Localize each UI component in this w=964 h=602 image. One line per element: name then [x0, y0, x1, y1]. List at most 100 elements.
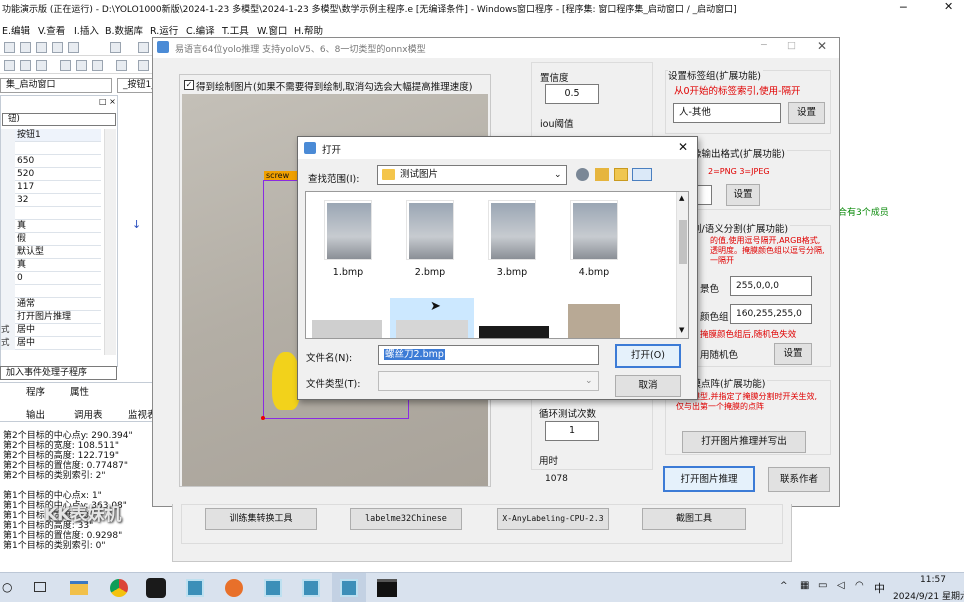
filetype-combo[interactable]: ⌄ [378, 371, 599, 391]
property-value[interactable]: 居中 [15, 324, 101, 337]
task-view-icon[interactable] [34, 582, 46, 592]
bg-color-input[interactable]: 255,0,0,0 [730, 276, 812, 296]
component-combo[interactable]: 钮) [2, 113, 116, 126]
file-explorer-icon[interactable] [70, 581, 88, 595]
menu-database[interactable]: B.数据库 [105, 23, 143, 37]
panel-controls[interactable]: □ × [99, 97, 116, 106]
e-lang-icon[interactable] [302, 579, 320, 597]
chrome-icon[interactable] [110, 579, 128, 597]
property-value[interactable]: 默认型 [15, 246, 101, 259]
undo-icon[interactable] [52, 42, 63, 53]
conf-input[interactable]: 0.5 [545, 84, 599, 104]
size-icon[interactable] [92, 60, 103, 71]
speaker-icon[interactable]: ◁ [837, 580, 845, 591]
menu-tools[interactable]: T.工具 [222, 23, 249, 37]
property-value[interactable]: 0 [15, 272, 101, 285]
align-top-icon[interactable] [36, 60, 47, 71]
lookin-combo[interactable]: 测试图片 ⌄ [377, 165, 567, 185]
align-bottom-icon[interactable] [60, 60, 71, 71]
color-group-input[interactable]: 160,255,255,0 [730, 304, 812, 324]
file-thumb-3[interactable] [488, 200, 536, 260]
menu-help[interactable]: H.帮助 [294, 23, 323, 37]
file-thumb-1[interactable] [324, 200, 372, 260]
open-button[interactable]: 打开(O) [615, 344, 681, 368]
up-folder-icon[interactable] [595, 168, 609, 181]
terminal-icon[interactable] [377, 579, 397, 597]
network-icon[interactable]: ▦ [800, 580, 809, 591]
file-thumb-2[interactable] [406, 200, 454, 260]
view-menu-icon[interactable] [632, 168, 652, 181]
back-icon[interactable] [576, 168, 589, 181]
file-thumb-5[interactable] [312, 320, 382, 338]
qq-icon[interactable] [146, 578, 166, 598]
copy-icon[interactable] [20, 42, 31, 53]
window-icon[interactable] [138, 42, 149, 53]
tab-output[interactable]: 输出 [26, 407, 45, 421]
clock-time[interactable]: 11:57 [920, 575, 946, 585]
contact-button[interactable]: 联系作者 [768, 467, 830, 492]
random-set-button[interactable]: 设置 [774, 343, 812, 365]
new-folder-icon[interactable] [614, 168, 628, 181]
property-value[interactable] [15, 207, 101, 220]
file-thumb-8[interactable] [568, 304, 620, 338]
file-list[interactable]: 1.bmp 2.bmp 3.bmp 4.bmp ➤ ▲ ▼ [305, 191, 689, 339]
tag-input[interactable]: 人-其他 [673, 103, 781, 123]
scroll-thumb[interactable] [679, 220, 687, 264]
infer-button[interactable]: 打开图片推理 [663, 466, 755, 492]
property-value[interactable]: 650 [15, 155, 101, 168]
loop-input[interactable]: 1 [545, 421, 599, 441]
clock-date[interactable]: 2024/9/21 星期六 [893, 589, 964, 602]
tab-program[interactable]: 程序 [26, 384, 45, 398]
class-combo[interactable]: 集_启动窗口 [0, 78, 112, 93]
tool-button-1[interactable]: 训练集转换工具 [205, 508, 317, 530]
menu-run[interactable]: R.运行 [150, 23, 178, 37]
property-value[interactable]: 按钮1 [15, 129, 101, 142]
ime-indicator[interactable]: 中 [874, 580, 885, 596]
tool-button-2[interactable]: labelme32Chinese [350, 508, 462, 530]
property-value[interactable]: 通常 [15, 298, 101, 311]
close-icon[interactable]: ✕ [944, 0, 953, 13]
app-minimize-icon[interactable]: ─ [761, 40, 767, 51]
property-value[interactable]: 真 [15, 259, 101, 272]
file-name-1[interactable]: 1.bmp [313, 267, 383, 278]
menu-edit[interactable]: E.编辑 [2, 23, 30, 37]
tool-button-4[interactable]: 截图工具 [642, 508, 746, 530]
draw-checkbox-label[interactable]: 得到绘制图片(如果不需要得到绘制,取消勾选会大幅提高推理速度) [196, 79, 472, 93]
property-value[interactable] [15, 142, 101, 155]
scroll-up-icon[interactable]: ▲ [679, 194, 684, 202]
property-value[interactable]: 真 [15, 220, 101, 233]
lock-icon[interactable] [138, 60, 149, 71]
file-list-scrollbar[interactable]: ▲ ▼ [676, 192, 688, 338]
file-name-2[interactable]: 2.bmp [395, 267, 465, 278]
menu-window[interactable]: W.窗口 [257, 23, 287, 37]
filename-input[interactable]: 螺丝刀2.bmp [378, 345, 599, 365]
e-lang-icon[interactable] [186, 579, 204, 597]
draw-checkbox[interactable]: ✓ [184, 80, 194, 90]
event-combo[interactable]: 加入事件处理子程序 [0, 366, 117, 380]
property-value[interactable] [15, 285, 101, 298]
property-value[interactable]: 117 [15, 181, 101, 194]
start-icon[interactable]: ○ [2, 580, 12, 594]
app-close-icon[interactable]: ✕ [817, 39, 827, 53]
scroll-down-icon[interactable]: ▼ [679, 326, 684, 334]
align-left-icon[interactable] [4, 60, 15, 71]
tool-button-3[interactable]: X-AnyLabeling-CPU-2.3 [497, 508, 609, 530]
method-combo[interactable]: _按钮1_ [117, 78, 157, 93]
grid-icon[interactable] [76, 60, 87, 71]
app-maximize-icon[interactable]: □ [787, 40, 796, 51]
battery-icon[interactable]: ▭ [818, 580, 827, 591]
menu-view[interactable]: V.查看 [38, 23, 65, 37]
order-icon[interactable] [116, 60, 127, 71]
redo-icon[interactable] [68, 42, 79, 53]
paste-icon[interactable] [36, 42, 47, 53]
property-value[interactable]: 假 [15, 233, 101, 246]
cut-icon[interactable] [4, 42, 15, 53]
random-color-label[interactable]: 用随机色 [700, 347, 738, 361]
property-value[interactable]: 打开图片推理 [15, 311, 101, 324]
app-icon[interactable] [225, 579, 243, 597]
e-lang-icon[interactable] [264, 579, 282, 597]
print-icon[interactable] [110, 42, 121, 53]
tab-property[interactable]: 属性 [70, 384, 89, 398]
tab-call-table[interactable]: 调用表 [74, 407, 103, 421]
file-thumb-4[interactable] [570, 200, 618, 260]
